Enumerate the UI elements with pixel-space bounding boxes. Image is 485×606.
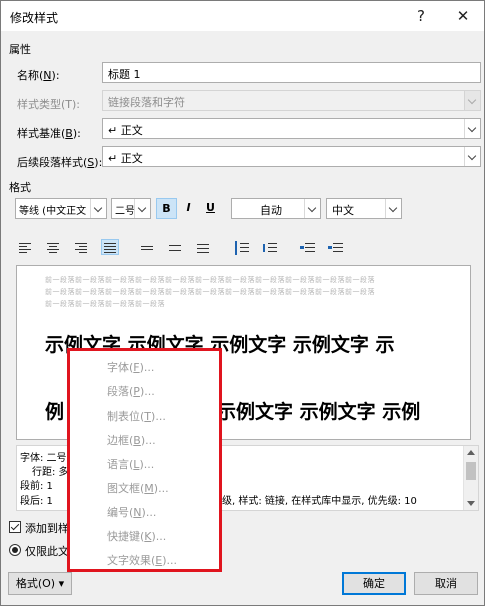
based-on-value: ↵ 正文 bbox=[108, 124, 143, 137]
ok-button[interactable]: 确定 bbox=[342, 572, 406, 595]
menu-item-language[interactable]: 语言(L)... bbox=[107, 456, 154, 472]
close-button[interactable]: ✕ bbox=[443, 1, 483, 31]
menu-item-frame[interactable]: 图文框(M)... bbox=[107, 480, 169, 496]
chevron-down-icon bbox=[385, 199, 401, 218]
scroll-up-icon[interactable] bbox=[467, 450, 475, 455]
next-style-value: ↵ 正文 bbox=[108, 152, 143, 165]
preview-sample-text: 例 bbox=[45, 401, 65, 423]
font-size-select[interactable]: 二号 bbox=[111, 198, 151, 219]
chevron-down-icon bbox=[464, 119, 480, 138]
chevron-down-icon bbox=[304, 199, 320, 218]
chevron-down-icon bbox=[464, 91, 480, 110]
menu-item-text-effects[interactable]: 文字效果(E)... bbox=[107, 552, 177, 568]
menu-item-shortcut-key[interactable]: 快捷键(K)... bbox=[107, 528, 166, 544]
based-on-select[interactable]: ↵ 正文 bbox=[102, 118, 481, 139]
justify-icon[interactable] bbox=[101, 239, 119, 255]
font-value: 等线 (中文正文 bbox=[19, 206, 87, 217]
italic-button[interactable]: I bbox=[178, 198, 199, 219]
single-spacing-icon[interactable] bbox=[139, 240, 157, 256]
menu-item-font[interactable]: 字体(F)... bbox=[107, 359, 154, 375]
name-label: 名称(N): bbox=[17, 69, 60, 82]
description-line: 段后: 1 bbox=[20, 496, 53, 507]
add-to-gallery-checkbox[interactable] bbox=[9, 521, 21, 533]
font-size-value: 二号 bbox=[115, 206, 135, 217]
menu-item-numbering[interactable]: 编号(N)... bbox=[107, 504, 156, 520]
format-menu-button[interactable]: 格式(O) ▾ bbox=[8, 572, 72, 595]
based-on-label: 样式基准(B): bbox=[17, 127, 81, 140]
description-scrollbar[interactable] bbox=[463, 446, 478, 510]
modify-style-dialog: 修改样式 ? ✕ 属性 名称(N): 标题 1 样式类型(T): 链接段落和字符… bbox=[0, 0, 485, 606]
double-spacing-icon[interactable] bbox=[195, 240, 213, 256]
scroll-down-icon[interactable] bbox=[467, 501, 475, 506]
style-type-label: 样式类型(T): bbox=[17, 98, 81, 111]
name-value: 标题 1 bbox=[108, 68, 141, 81]
font-color-select[interactable]: 自动 bbox=[231, 198, 321, 219]
next-style-select[interactable]: ↵ 正文 bbox=[102, 146, 481, 167]
menu-item-border[interactable]: 边框(B)... bbox=[107, 432, 156, 448]
decrease-indent-icon[interactable] bbox=[299, 240, 317, 256]
description-line: 级, 样式: 链接, 在样式库中显示, 优先级: 10 bbox=[222, 496, 417, 507]
bold-button[interactable]: B bbox=[156, 198, 177, 219]
only-this-document-radio[interactable] bbox=[9, 544, 21, 556]
add-to-gallery-label: 添加到样 bbox=[25, 522, 69, 535]
preview-prev-paragraph: 前一段落前一段落前一段落前一段落前一段落前一段落前一段落前一段落前一段落前一段落… bbox=[45, 276, 375, 284]
dialog-title: 修改样式 bbox=[10, 11, 59, 25]
increase-indent-icon[interactable] bbox=[327, 240, 345, 256]
title-bar: 修改样式 ? ✕ bbox=[1, 1, 484, 31]
increase-paragraph-spacing-icon[interactable] bbox=[233, 240, 251, 256]
menu-item-paragraph[interactable]: 段落(P)... bbox=[107, 383, 155, 399]
help-button[interactable]: ? bbox=[401, 1, 441, 31]
one-half-spacing-icon[interactable] bbox=[167, 240, 185, 256]
menu-item-tabs[interactable]: 制表位(T)... bbox=[107, 408, 166, 424]
preview-prev-paragraph: 前一段落前一段落前一段落前一段落 bbox=[45, 300, 165, 308]
style-type-select[interactable]: 链接段落和字符 bbox=[102, 90, 481, 111]
underline-button[interactable]: U bbox=[200, 198, 221, 219]
next-style-label: 后续段落样式(S): bbox=[17, 156, 103, 169]
description-line: 行距: 多 bbox=[32, 467, 69, 478]
description-line: 字体: 二号 bbox=[20, 453, 67, 464]
language-select[interactable]: 中文 bbox=[326, 198, 402, 219]
scroll-thumb[interactable] bbox=[466, 462, 476, 480]
only-this-document-label: 仅限此文 bbox=[25, 545, 69, 558]
name-input[interactable]: 标题 1 bbox=[102, 62, 481, 83]
chevron-down-icon bbox=[90, 199, 106, 218]
cancel-button[interactable]: 取消 bbox=[414, 572, 478, 595]
style-type-value: 链接段落和字符 bbox=[108, 96, 185, 109]
font-color-value: 自动 bbox=[260, 204, 282, 217]
align-center-icon[interactable] bbox=[45, 240, 63, 256]
language-value: 中文 bbox=[332, 204, 354, 217]
properties-section-label: 属性 bbox=[9, 43, 31, 56]
description-line: 段前: 1 bbox=[20, 481, 53, 492]
font-select[interactable]: 等线 (中文正文 bbox=[15, 198, 107, 219]
preview-sample-text: 示例文字 示例文字 示例 bbox=[217, 401, 421, 423]
format-dropdown-menu: 字体(F)... 段落(P)... 制表位(T)... 边框(B)... 语言(… bbox=[67, 348, 222, 572]
align-right-icon[interactable] bbox=[73, 240, 91, 256]
chevron-down-icon bbox=[134, 199, 150, 218]
align-left-icon[interactable] bbox=[17, 240, 35, 256]
format-section-label: 格式 bbox=[9, 181, 31, 194]
preview-prev-paragraph: 前一段落前一段落前一段落前一段落前一段落前一段落前一段落前一段落前一段落前一段落… bbox=[45, 288, 375, 296]
chevron-down-icon bbox=[464, 147, 480, 166]
decrease-paragraph-spacing-icon[interactable] bbox=[261, 240, 279, 256]
